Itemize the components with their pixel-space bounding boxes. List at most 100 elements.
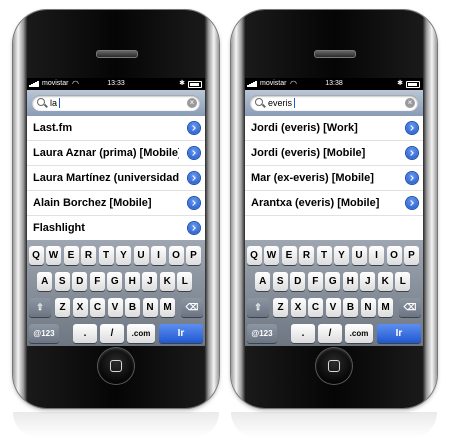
key-n[interactable]: N [360,298,376,317]
key-o[interactable]: O [386,246,402,265]
key-d[interactable]: D [72,272,88,291]
key-g[interactable]: G [107,272,123,291]
key-y[interactable]: Y [334,246,349,265]
dotcom-key[interactable]: .com [127,324,155,343]
reflection [231,412,437,438]
list-item[interactable]: Arantxa (everis) [Mobile] [245,191,423,216]
disclosure-icon[interactable] [188,172,200,184]
home-square-icon [328,360,340,372]
speaker [96,50,138,58]
key-c[interactable]: C [308,298,323,317]
key-w[interactable]: W [46,246,61,265]
key-p[interactable]: P [186,246,201,265]
list-item[interactable]: Laura Martínez (universidad) [27,166,205,191]
key-f[interactable]: F [89,272,105,291]
key-g[interactable]: G [325,272,341,291]
key-x[interactable]: X [290,298,306,317]
list-item[interactable]: Laura Aznar (prima) [Mobile] [27,141,205,166]
key-z[interactable]: Z [55,298,70,317]
key-m[interactable]: M [378,298,393,317]
key-e[interactable]: E [63,246,79,265]
key-r[interactable]: R [299,246,314,265]
key-h[interactable]: H [124,272,140,291]
bluetooth-icon: ✱ [397,80,403,87]
key-t[interactable]: T [98,246,114,265]
search-bar: everis × [245,90,423,117]
disclosure-icon[interactable] [188,197,200,209]
key-r[interactable]: R [81,246,96,265]
key-l[interactable]: L [395,272,411,291]
key-f[interactable]: F [307,272,323,291]
disclosure-icon[interactable] [406,122,418,134]
disclosure-icon[interactable] [188,222,200,234]
home-button[interactable] [316,348,352,384]
delete-key[interactable]: ⌫ [181,298,203,317]
numbers-key[interactable]: @123 [247,324,277,343]
list-item[interactable]: Jordi (everis) [Mobile] [245,141,423,166]
key-c[interactable]: C [90,298,105,317]
shift-key[interactable]: ⇧ [29,298,51,317]
key-l[interactable]: L [177,272,193,291]
key-k[interactable]: K [159,272,175,291]
key-m[interactable]: M [160,298,175,317]
key-b[interactable]: B [125,298,140,317]
disclosure-icon[interactable] [406,197,418,209]
dot-key[interactable]: . [291,324,315,343]
contact-name: Alain Borchez [Mobile] [33,197,152,209]
key-p[interactable]: P [404,246,419,265]
dotcom-key[interactable]: .com [345,324,373,343]
key-n[interactable]: N [142,298,158,317]
screen: movistar ◠ 13:38 ✱ everis × Jordi (everis) [Wo… [245,78,423,346]
search-input[interactable]: la × [32,95,200,111]
key-u[interactable]: U [133,246,149,265]
list-item[interactable]: Last.fm [27,116,205,141]
key-i[interactable]: I [151,246,166,265]
delete-icon: ⌫ [403,302,417,312]
clear-icon[interactable]: × [187,98,197,108]
key-e[interactable]: E [281,246,297,265]
key-y[interactable]: Y [116,246,131,265]
dot-key[interactable]: . [73,324,97,343]
home-button[interactable] [98,348,134,384]
key-j[interactable]: J [360,272,376,291]
key-a[interactable]: A [255,272,271,291]
list-item[interactable]: Alain Borchez [Mobile] [27,191,205,216]
slash-key[interactable]: / [318,324,342,343]
delete-key[interactable]: ⌫ [399,298,421,317]
key-q[interactable]: Q [246,246,262,265]
slash-key[interactable]: / [100,324,124,343]
key-s[interactable]: S [272,272,288,291]
key-j[interactable]: J [142,272,158,291]
key-b[interactable]: B [343,298,358,317]
disclosure-icon[interactable] [188,122,200,134]
delete-icon: ⌫ [185,302,199,312]
disclosure-icon[interactable] [406,147,418,159]
key-u[interactable]: U [351,246,367,265]
key-k[interactable]: K [377,272,393,291]
clear-icon[interactable]: × [405,98,415,108]
key-h[interactable]: H [342,272,358,291]
go-key[interactable]: Ir [377,324,421,343]
key-v[interactable]: V [107,298,123,317]
key-t[interactable]: T [316,246,332,265]
results-list: Jordi (everis) [Work] Jordi (everis) [Mob… [245,116,423,216]
key-i[interactable]: I [369,246,384,265]
key-a[interactable]: A [37,272,53,291]
key-w[interactable]: W [264,246,279,265]
disclosure-icon[interactable] [406,172,418,184]
key-v[interactable]: V [325,298,341,317]
list-item[interactable]: Mar (ex-everis) [Mobile] [245,166,423,191]
numbers-key[interactable]: @123 [29,324,59,343]
key-z[interactable]: Z [273,298,288,317]
key-q[interactable]: Q [28,246,44,265]
go-key[interactable]: Ir [159,324,203,343]
key-s[interactable]: S [54,272,70,291]
search-input[interactable]: everis × [250,95,418,111]
key-x[interactable]: X [72,298,88,317]
list-item[interactable]: Jordi (everis) [Work] [245,116,423,141]
list-item[interactable]: Flashlight [27,216,205,241]
shift-key[interactable]: ⇧ [247,298,269,317]
key-d[interactable]: D [290,272,306,291]
key-o[interactable]: O [168,246,184,265]
disclosure-icon[interactable] [188,147,200,159]
